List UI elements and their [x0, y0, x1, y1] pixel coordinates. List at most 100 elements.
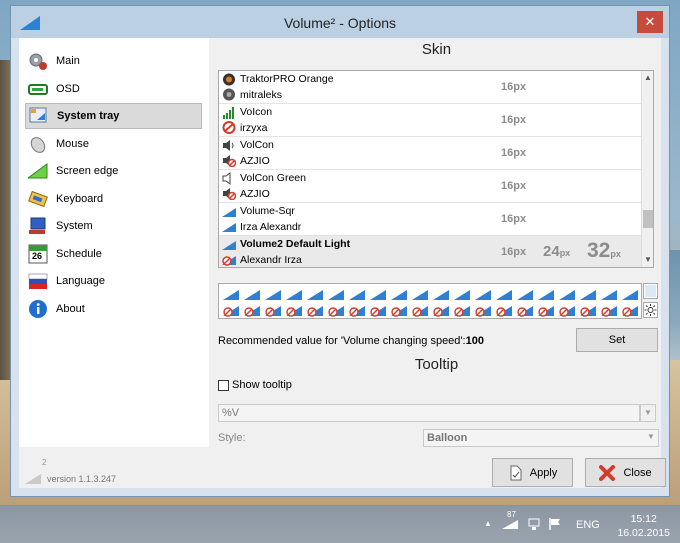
- tooltip-format-field[interactable]: %V: [218, 404, 640, 422]
- apply-button[interactable]: Apply: [492, 458, 573, 487]
- size-24px-label: 24px: [543, 243, 571, 260]
- preview-mute-icon: [370, 306, 386, 317]
- skin-row[interactable]: VolCon Green AZJIO 16px: [219, 170, 643, 203]
- sidebar-item-label: System: [56, 220, 93, 232]
- preview-volume-icon: [349, 290, 365, 300]
- light-background-toggle[interactable]: [643, 283, 658, 299]
- preview-volume-icon: [517, 290, 533, 300]
- tray-overflow-caret-icon[interactable]: ▲: [484, 519, 492, 528]
- set-button[interactable]: Set: [576, 328, 658, 352]
- skin-list-scrollbar[interactable]: ▲ ▼: [641, 71, 653, 267]
- gears-icon: [28, 51, 48, 71]
- speaker-muted-icon: [223, 188, 236, 200]
- scroll-up-arrow-icon[interactable]: ▲: [642, 73, 653, 82]
- sidebar-item-keyboard[interactable]: Keyboard: [25, 186, 202, 212]
- preview-mute-icon: [391, 306, 407, 317]
- traktor-mute-icon: [223, 88, 235, 101]
- preview-volume-icon: [580, 290, 596, 300]
- preview-mute-icon: [559, 306, 575, 317]
- sidebar-item-about[interactable]: About: [25, 296, 202, 322]
- sidebar-item-system[interactable]: System: [25, 213, 202, 239]
- volume-triangle-icon: [222, 208, 236, 217]
- preview-volume-icon: [601, 290, 617, 300]
- title-bar[interactable]: Volume² - Options ✕: [11, 6, 669, 38]
- volume-triangle-icon: [222, 241, 236, 250]
- screen-edge-icon: [26, 161, 48, 181]
- mouse-icon: [28, 134, 48, 154]
- tray-volume-number: 87: [507, 510, 516, 519]
- skin-row-selected[interactable]: Volume2 Default Light Alexandr Irza 16px…: [219, 236, 643, 267]
- sidebar-item-screen-edge[interactable]: Screen edge: [25, 158, 202, 184]
- scroll-down-arrow-icon[interactable]: ▼: [642, 255, 653, 264]
- style-dropdown-arrow-icon[interactable]: ▼: [643, 429, 659, 447]
- window-close-button[interactable]: ✕: [637, 11, 663, 33]
- taskbar-clock[interactable]: 15:12 16.02.2015: [617, 512, 670, 540]
- sidebar-item-mouse[interactable]: Mouse: [25, 131, 202, 157]
- sidebar-item-label: Main: [56, 55, 80, 67]
- sidebar-item-label: Language: [56, 275, 105, 287]
- preview-volume-icon: [286, 290, 302, 300]
- preview-volume-icon: [307, 290, 323, 300]
- skin-row[interactable]: TraktorPRO Orange mitraleks 16px: [219, 71, 643, 104]
- scrollbar-thumb[interactable]: [643, 210, 653, 228]
- skin-author: AZJIO: [240, 155, 270, 167]
- sidebar-item-label: About: [56, 303, 85, 315]
- info-icon: [28, 299, 48, 319]
- preview-volume-icon: [328, 290, 344, 300]
- skin-name: Volume2 Default Light: [240, 238, 351, 250]
- checkbox-box[interactable]: [218, 379, 229, 391]
- network-icon[interactable]: [527, 517, 541, 534]
- sidebar-item-system-tray[interactable]: System tray: [25, 103, 202, 129]
- preview-volume-icon: [265, 290, 281, 300]
- version-text: version 1.1.3.247: [47, 474, 117, 484]
- skin-row[interactable]: VolCon AZJIO 16px: [219, 137, 643, 170]
- preview-mute-icon: [223, 306, 239, 317]
- sun-icon: [644, 304, 657, 316]
- traktor-orange-icon: [223, 73, 235, 86]
- monitor-icon: [28, 216, 48, 236]
- action-center-flag-icon[interactable]: [548, 517, 562, 534]
- taskbar: ▲ 87 ENG 15:12 16.02.2015: [0, 505, 680, 543]
- skin-name: VoIcon: [240, 106, 273, 118]
- skin-section-title: Skin: [421, 41, 452, 58]
- osd-bar-icon: [28, 79, 48, 99]
- dark-background-toggle[interactable]: [643, 302, 658, 318]
- skin-list[interactable]: TraktorPRO Orange mitraleks 16px VoIcon …: [218, 70, 654, 268]
- window-title: Volume² - Options: [283, 15, 397, 31]
- options-window: Volume² - Options ✕ Main OSD System tray…: [10, 5, 670, 497]
- speaker-outline-icon: [222, 172, 231, 185]
- light-preview-icon: [645, 285, 656, 297]
- version-info: 2 version 1.1.3.247: [25, 458, 117, 484]
- style-select[interactable]: Balloon: [423, 429, 659, 447]
- system-tray-panel: Skin TraktorPRO Orange mitraleks 16px Vo…: [212, 38, 661, 447]
- preview-volume-icon: [496, 290, 512, 300]
- tooltip-section-title: Tooltip: [414, 356, 459, 373]
- size-32px-label: 32px: [587, 239, 621, 262]
- preview-volume-icon: [475, 290, 491, 300]
- tray-volume-indicator[interactable]: 87: [500, 510, 520, 533]
- close-label: Close: [623, 466, 652, 479]
- close-button[interactable]: Close: [585, 458, 666, 487]
- input-language[interactable]: ENG: [576, 519, 600, 531]
- clock-time: 15:12: [630, 513, 657, 525]
- format-dropdown-arrow-icon[interactable]: ▼: [640, 404, 656, 422]
- show-tooltip-checkbox[interactable]: Show tooltip: [218, 379, 292, 391]
- preview-mute-icon: [349, 306, 365, 317]
- tray-icon: [29, 106, 49, 126]
- skin-author: Irza Alexandr: [240, 221, 302, 233]
- skin-row[interactable]: Volume-Sqr Irza Alexandr 16px: [219, 203, 643, 236]
- size-16px-label: 16px: [501, 147, 527, 159]
- preview-volume-icon: [559, 290, 575, 300]
- preview-volume-icon: [391, 290, 407, 300]
- red-x-icon: [599, 464, 616, 481]
- sidebar-item-language[interactable]: Language: [25, 268, 202, 294]
- version-logo-digit: 2: [42, 458, 47, 467]
- recommended-speed-text: Recommended value for 'Volume changing s…: [218, 335, 484, 347]
- skin-row[interactable]: VoIcon irzyxa 16px: [219, 104, 643, 137]
- preview-volume-icon: [244, 290, 260, 300]
- skin-name: VolCon Green: [240, 172, 306, 184]
- sidebar-item-osd[interactable]: OSD: [25, 76, 202, 102]
- preview-mute-icon: [538, 306, 554, 317]
- sidebar-item-schedule[interactable]: 26 Schedule: [25, 241, 202, 267]
- sidebar-item-main[interactable]: Main: [25, 48, 202, 74]
